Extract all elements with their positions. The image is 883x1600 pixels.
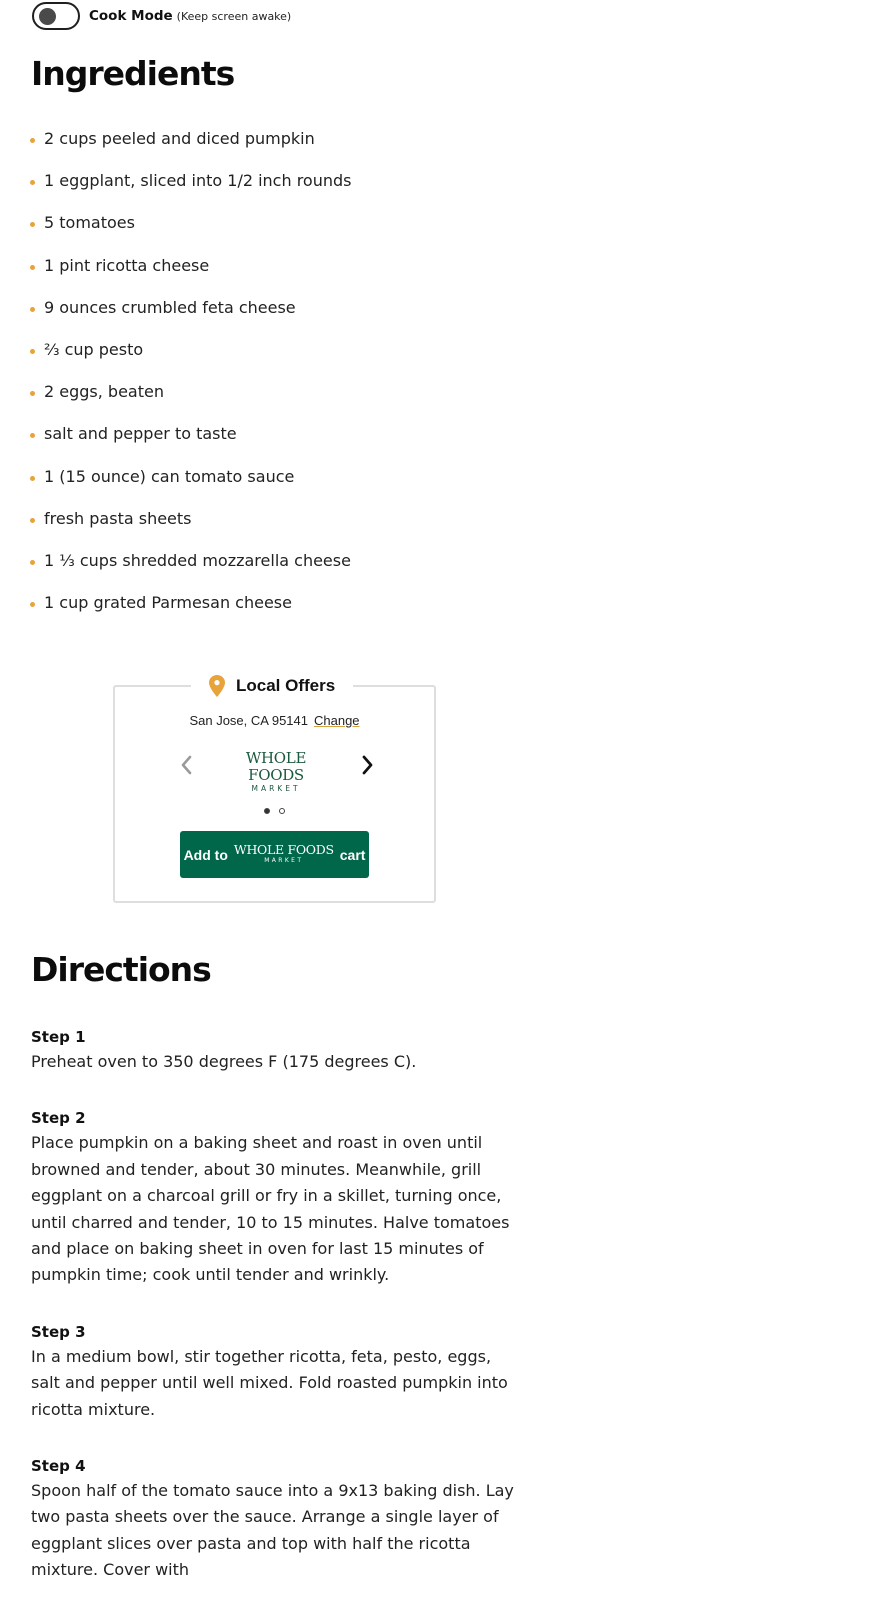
ingredient-text: 1 eggplant, sliced into 1/2 inch rounds <box>44 171 352 191</box>
direction-step: Step 1 Preheat oven to 350 degrees F (17… <box>31 1026 521 1075</box>
location-text: San Jose, CA 95141 <box>189 713 308 728</box>
direction-step: Step 2 Place pumpkin on a baking sheet a… <box>31 1107 521 1288</box>
location-pin-icon <box>209 675 225 697</box>
ingredient-text: 5 tomatoes <box>44 213 135 233</box>
ingredient-text: ⅔ cup pesto <box>44 339 144 359</box>
carousel-dots <box>115 808 434 814</box>
ingredient-text: 1 cup grated Parmesan cheese <box>44 593 292 613</box>
carousel-dot-2[interactable] <box>279 808 285 814</box>
bullet-icon <box>30 517 35 523</box>
directions-steps: Step 1 Preheat oven to 350 degrees F (17… <box>31 1026 521 1600</box>
ingredient-item: 1 (15 ounce) can tomato sauce <box>30 467 352 509</box>
cook-mode-label: Cook Mode <box>89 8 173 24</box>
ingredient-item: 2 cups peeled and diced pumpkin <box>30 129 352 171</box>
store-logo-name: WHOLE FOODS <box>245 749 307 784</box>
bullet-icon <box>30 306 35 312</box>
store-logo-sub: MARKET <box>251 784 301 793</box>
ingredient-item: ⅔ cup pesto <box>30 340 352 382</box>
cart-whole-foods-logo: WHOLE FOODS MARKET <box>233 842 334 865</box>
step-text: In a medium bowl, stir together ricotta,… <box>31 1346 508 1419</box>
step-label: Step 4 <box>31 1457 86 1476</box>
carousel-dot-1[interactable] <box>264 808 270 814</box>
bullet-icon <box>30 264 35 270</box>
ingredient-text: salt and pepper to taste <box>44 424 237 444</box>
step-text: Preheat oven to 350 degrees F (175 degre… <box>31 1052 417 1071</box>
bullet-icon <box>30 602 35 608</box>
step-text: Place pumpkin on a baking sheet and roas… <box>31 1133 510 1285</box>
bullet-icon <box>30 433 35 439</box>
ingredient-item: salt and pepper to taste <box>30 424 352 466</box>
step-label: Step 2 <box>31 1109 86 1128</box>
ingredient-item: 2 eggs, beaten <box>30 382 352 424</box>
bullet-icon <box>30 138 35 143</box>
cook-mode-toggle[interactable] <box>32 2 80 30</box>
local-offers-header: Local Offers <box>191 669 354 703</box>
direction-step: Step 3 In a medium bowl, stir together r… <box>31 1321 521 1423</box>
store-carousel: WHOLE FOODS MARKET <box>115 749 434 793</box>
bullet-icon <box>30 348 35 354</box>
directions-heading: Directions <box>31 950 212 989</box>
cart-logo-sub: MARKET <box>264 857 304 864</box>
ingredient-item: 1 eggplant, sliced into 1/2 inch rounds <box>30 171 352 213</box>
cart-button-suffix: cart <box>339 846 366 863</box>
cart-logo-name: WHOLE FOODS <box>233 842 334 857</box>
ingredient-text: 1 ⅓ cups shredded mozzarella cheese <box>44 550 351 570</box>
change-location-link[interactable]: Change <box>314 713 360 728</box>
bullet-icon <box>30 475 35 481</box>
location-row: San Jose, CA 95141 Change <box>115 713 434 728</box>
direction-step: Step 4 Spoon half of the tomato sauce in… <box>31 1455 521 1584</box>
ingredient-item: 1 cup grated Parmesan cheese <box>30 593 352 635</box>
step-label: Step 1 <box>31 1028 86 1046</box>
step-label: Step 3 <box>31 1322 86 1341</box>
cart-button-prefix: Add to <box>183 846 228 863</box>
chevron-right-icon[interactable] <box>355 753 379 777</box>
cook-mode: Cook Mode (Keep screen awake) <box>32 0 291 32</box>
cook-mode-sublabel: (Keep screen awake) <box>176 10 292 23</box>
ingredient-item: 1 pint ricotta cheese <box>30 256 352 298</box>
step-text: Spoon half of the tomato sauce into a 9x… <box>31 1481 514 1580</box>
ingredient-item: 5 tomatoes <box>30 213 352 255</box>
local-offers-title: Local Offers <box>236 676 336 695</box>
bullet-icon <box>30 391 35 397</box>
whole-foods-logo[interactable]: WHOLE FOODS MARKET <box>218 750 334 794</box>
ingredient-text: 2 eggs, beaten <box>44 382 164 402</box>
ingredient-text: 9 ounces crumbled feta cheese <box>44 297 296 317</box>
bullet-icon <box>30 180 35 186</box>
ingredient-item: 9 ounces crumbled feta cheese <box>30 298 352 340</box>
ingredients-heading: Ingredients <box>31 54 235 93</box>
chevron-left-icon[interactable] <box>175 753 199 777</box>
ingredients-list: 2 cups peeled and diced pumpkin 1 eggpla… <box>30 129 352 635</box>
ingredient-item: fresh pasta sheets <box>30 509 352 551</box>
ingredient-text: 1 pint ricotta cheese <box>44 255 210 275</box>
local-offers-box: Local Offers San Jose, CA 95141 Change WH… <box>113 669 436 903</box>
ingredient-text: 1 (15 ounce) can tomato sauce <box>44 466 295 486</box>
bullet-icon <box>30 559 35 565</box>
cook-mode-label-group: Cook Mode (Keep screen awake) <box>89 7 291 25</box>
ingredient-item: 1 ⅓ cups shredded mozzarella cheese <box>30 551 352 593</box>
ingredient-text: fresh pasta sheets <box>44 508 192 528</box>
toggle-knob <box>39 8 56 25</box>
bullet-icon <box>30 222 35 228</box>
add-to-cart-button[interactable]: Add to WHOLE FOODS MARKET cart <box>180 831 369 878</box>
ingredient-text: 2 cups peeled and diced pumpkin <box>44 129 315 148</box>
